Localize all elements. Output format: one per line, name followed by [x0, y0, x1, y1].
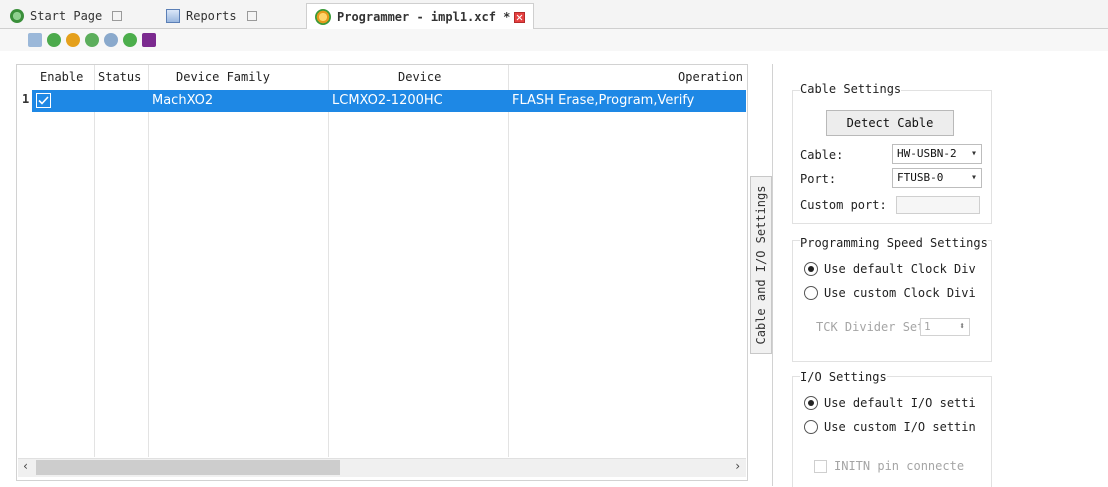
column-divider: [328, 65, 329, 457]
group-title: I/O Settings: [800, 370, 887, 384]
tab-label: Reports: [186, 9, 237, 23]
custom-port-input[interactable]: [896, 196, 980, 214]
custom-port-label: Custom port:: [800, 198, 887, 212]
device-grid: [16, 64, 748, 481]
cell-device[interactable]: LCMXO2-1200HC: [332, 90, 443, 112]
column-divider: [94, 65, 95, 457]
column-header-operation[interactable]: Operation: [678, 66, 743, 88]
close-tab-icon[interactable]: [246, 11, 257, 21]
scrollbar-thumb[interactable]: [36, 460, 340, 475]
radio-label: Use custom Clock Divi: [824, 286, 976, 300]
row-number: 1: [22, 92, 30, 106]
port-select[interactable]: FTUSB-0: [892, 168, 982, 188]
tab-reports[interactable]: Reports: [166, 4, 257, 28]
radio-label: Use custom I/O settin: [824, 420, 976, 434]
close-tab-icon[interactable]: [514, 11, 526, 23]
initn-label: INITN pin connecte: [834, 459, 965, 473]
cable-label: Cable:: [800, 148, 844, 162]
radio-label: Use default I/O setti: [824, 396, 976, 410]
reports-icon: [166, 9, 180, 23]
radio-label: Use default Clock Div: [824, 262, 976, 276]
tck-divider-label: TCK Divider Set: [816, 320, 925, 334]
programmer-toolbar: [0, 29, 1108, 51]
speed-settings-group: [792, 240, 992, 362]
scroll-left-icon[interactable]: ‹: [22, 459, 29, 473]
settings-icon[interactable]: [104, 33, 118, 47]
checkmark-icon: [38, 96, 49, 105]
group-title: Cable Settings: [800, 82, 902, 96]
verify-icon[interactable]: [85, 33, 99, 47]
program-all-icon[interactable]: [66, 33, 80, 47]
side-tab-label: Cable and I/O Settings: [754, 185, 768, 345]
radio-default-io[interactable]: [804, 396, 818, 410]
radio-default-clock[interactable]: [804, 262, 818, 276]
tck-divider-spinner[interactable]: 1 ⬍: [920, 318, 970, 336]
programmer-icon: [315, 9, 331, 25]
enable-checkbox[interactable]: [36, 93, 51, 108]
column-header-status[interactable]: Status: [98, 66, 141, 88]
tab-programmer[interactable]: Programmer - impl1.xcf *: [306, 3, 535, 30]
spinner-arrows-icon[interactable]: ⬍: [959, 319, 965, 335]
tab-start-page[interactable]: Start Page: [10, 4, 123, 28]
document-tab-bar: Start Page Reports Programmer - impl1.xc…: [0, 0, 1108, 30]
radio-custom-io[interactable]: [804, 420, 818, 434]
cell-operation[interactable]: FLASH Erase,Program,Verify: [512, 90, 694, 112]
column-header-device[interactable]: Device: [398, 66, 441, 88]
start-page-icon: [10, 9, 24, 23]
tab-label: Start Page: [30, 9, 103, 23]
scan-icon[interactable]: [28, 33, 42, 47]
group-title: Programming Speed Settings: [800, 236, 988, 250]
radio-custom-clock[interactable]: [804, 286, 818, 300]
side-tab-cable-io[interactable]: Cable and I/O Settings: [750, 176, 772, 354]
cell-device-family[interactable]: MachXO2: [152, 90, 213, 112]
port-label: Port:: [800, 172, 837, 186]
scroll-right-icon[interactable]: ›: [734, 459, 741, 473]
close-tab-icon[interactable]: [112, 11, 123, 21]
spi-flash-icon[interactable]: [142, 33, 156, 47]
tab-label: Programmer - impl1.xcf *: [337, 10, 511, 24]
program-icon[interactable]: [47, 33, 61, 47]
column-header-enable[interactable]: Enable: [40, 66, 83, 88]
column-divider: [148, 65, 149, 457]
detect-cable-button[interactable]: Detect Cable: [826, 110, 954, 136]
initn-checkbox[interactable]: [814, 460, 827, 473]
spinner-value: 1: [924, 320, 931, 333]
column-divider: [508, 65, 509, 457]
cable-select[interactable]: HW-USBN-2: [892, 144, 982, 164]
column-header-device-family[interactable]: Device Family: [176, 66, 270, 88]
device-icon[interactable]: [123, 33, 137, 47]
